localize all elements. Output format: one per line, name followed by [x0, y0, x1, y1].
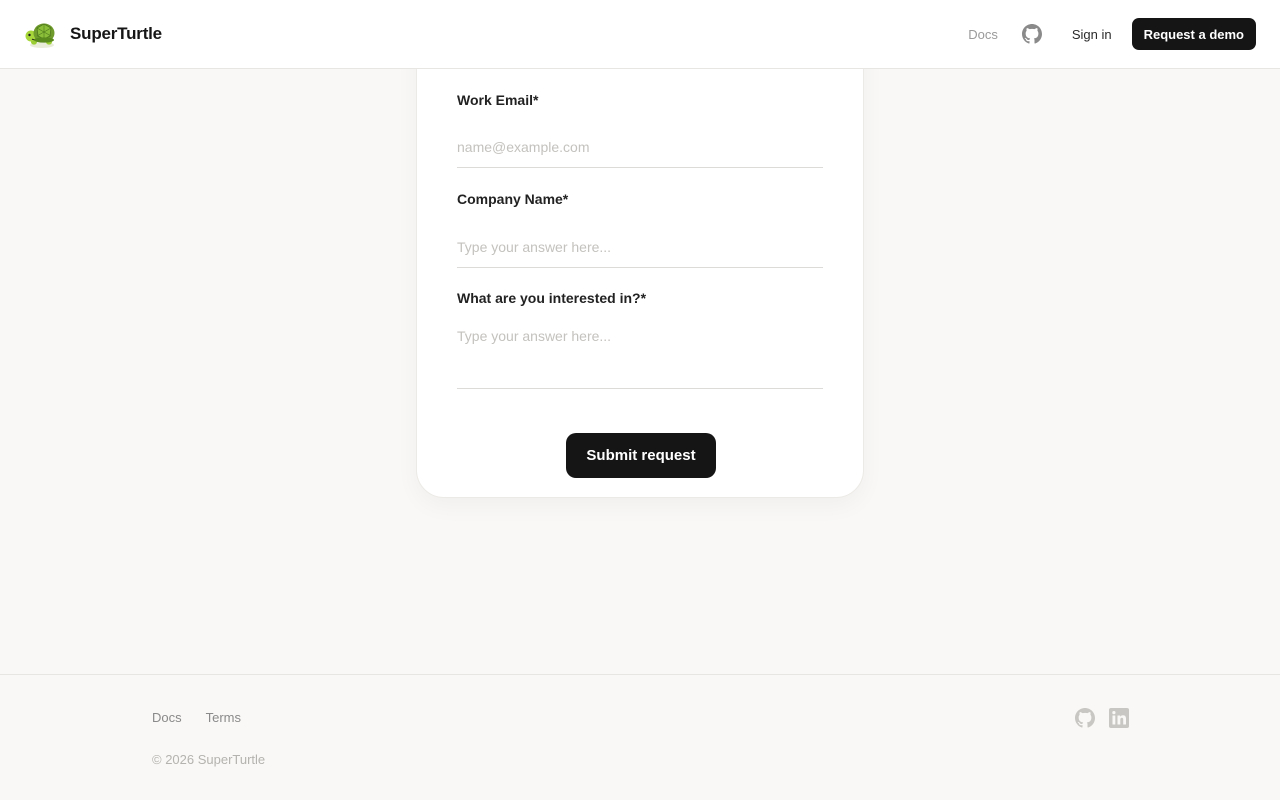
footer-social-icons: [1075, 708, 1129, 728]
turtle-logo-icon: [24, 16, 60, 52]
copyright-text: © 2026 SuperTurtle: [152, 752, 266, 767]
nav-docs-link[interactable]: Docs: [968, 27, 998, 42]
submit-request-button[interactable]: Submit request: [566, 433, 716, 478]
company-name-field-group: Company Name*: [457, 191, 823, 268]
work-email-input[interactable]: [457, 126, 823, 168]
demo-request-form-card: Work Email* Company Name* What are you i…: [416, 0, 864, 498]
sign-in-link[interactable]: Sign in: [1072, 27, 1112, 42]
work-email-field-group: Work Email*: [457, 92, 823, 168]
footer-terms-link[interactable]: Terms: [206, 710, 241, 725]
interest-textarea[interactable]: [457, 326, 823, 389]
brand[interactable]: SuperTurtle: [24, 16, 162, 52]
work-email-label: Work Email*: [457, 92, 539, 108]
interest-field-group: What are you interested in?*: [457, 290, 823, 389]
brand-name: SuperTurtle: [70, 24, 162, 43]
footer-links: Docs Terms: [152, 710, 241, 725]
top-navigation-bar: SuperTurtle Docs Sign in Request a demo: [0, 0, 1280, 69]
request-demo-button[interactable]: Request a demo: [1131, 18, 1256, 50]
header-nav: Docs Sign in Request a demo: [968, 18, 1256, 50]
github-icon[interactable]: [1075, 708, 1095, 728]
footer-docs-link[interactable]: Docs: [152, 710, 182, 725]
github-icon[interactable]: [1021, 24, 1042, 44]
interest-label: What are you interested in?*: [457, 290, 647, 306]
page-footer: Docs Terms © 2026 SuperTurtle: [0, 674, 1280, 800]
company-name-input[interactable]: [457, 226, 823, 268]
company-name-label: Company Name*: [457, 191, 569, 207]
linkedin-icon[interactable]: [1109, 708, 1129, 728]
